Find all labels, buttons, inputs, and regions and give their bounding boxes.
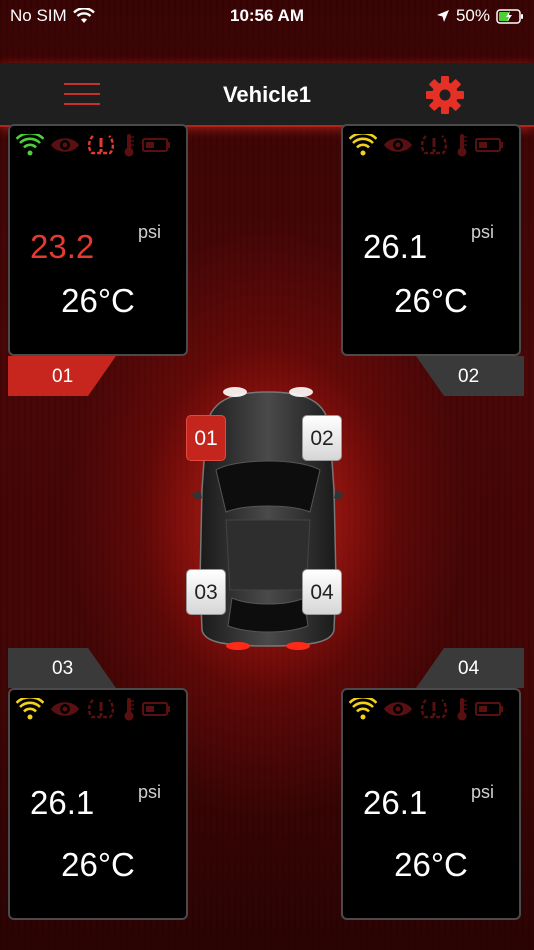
tire-panel-04[interactable]: 26.1 psi 26°C <box>341 688 521 920</box>
battery-percent: 50% <box>455 6 490 25</box>
tire-pressure-warning-icon <box>420 135 448 155</box>
thermometer-icon <box>124 134 134 157</box>
signal-icon <box>16 134 44 156</box>
tire-tab-04[interactable]: 04 <box>416 648 524 688</box>
eye-icon <box>51 702 79 716</box>
tire-tab-label: 03 <box>52 658 74 679</box>
pressure-value: 26.1 <box>363 228 428 265</box>
battery-icon <box>142 702 170 716</box>
tire-tab-02[interactable]: 02 <box>416 356 524 396</box>
eye-icon <box>51 138 79 152</box>
battery-icon <box>142 138 170 152</box>
wheel-button-03[interactable]: 03 <box>186 569 226 615</box>
tire-tab-label: 01 <box>52 366 74 387</box>
tire-tab-label: 04 <box>458 658 480 679</box>
tire-pressure-warning-icon <box>420 699 448 719</box>
tire-panel-02[interactable]: 26.1 psi 26°C <box>341 124 521 356</box>
pressure-unit: psi <box>138 782 162 802</box>
tire-pressure-warning-icon <box>87 135 115 155</box>
signal-icon <box>349 698 377 720</box>
pressure-unit: psi <box>471 782 495 802</box>
status-bar: No SIM 10:56 AM 50% <box>0 0 534 32</box>
tire-panel-01[interactable]: 23.2 psi 26°C <box>8 124 188 356</box>
temperature-value: 26°C <box>61 846 135 883</box>
status-icons <box>349 697 505 721</box>
location-arrow-icon <box>436 10 449 22</box>
car-icon <box>140 345 396 695</box>
thermometer-icon <box>124 698 134 721</box>
pressure-value: 26.1 <box>363 784 428 821</box>
tire-tab-03[interactable]: 03 <box>8 648 116 688</box>
temperature-value: 26°C <box>61 282 135 319</box>
signal-icon <box>349 134 377 156</box>
eye-icon <box>384 138 412 152</box>
status-icons <box>16 697 172 721</box>
car-diagram: 01 02 03 04 <box>140 340 396 700</box>
tire-pressure-warning-icon <box>87 699 115 719</box>
pressure-unit: psi <box>138 222 162 242</box>
settings-button[interactable] <box>425 75 465 115</box>
eye-icon <box>384 702 412 716</box>
pressure-value: 26.1 <box>30 784 95 821</box>
temperature-value: 26°C <box>394 282 468 319</box>
battery-icon <box>475 702 503 716</box>
wheel-button-04[interactable]: 04 <box>302 569 342 615</box>
gear-icon <box>426 76 464 114</box>
signal-icon <box>16 698 44 720</box>
wheel-button-01[interactable]: 01 <box>186 415 226 461</box>
thermometer-icon <box>457 698 467 721</box>
thermometer-icon <box>457 134 467 157</box>
battery-charging-icon <box>496 8 523 24</box>
status-icons <box>349 133 505 157</box>
nav-bar: Vehicle1 <box>0 63 534 127</box>
tire-panel-03[interactable]: 26.1 psi 26°C <box>8 688 188 920</box>
status-icons <box>16 133 172 157</box>
tire-tab-label: 02 <box>458 366 480 387</box>
tire-tab-01[interactable]: 01 <box>8 356 116 396</box>
battery-icon <box>475 138 503 152</box>
temperature-value: 26°C <box>394 846 468 883</box>
pressure-unit: psi <box>471 222 495 242</box>
wheel-button-02[interactable]: 02 <box>302 415 342 461</box>
pressure-value: 23.2 <box>30 228 95 265</box>
